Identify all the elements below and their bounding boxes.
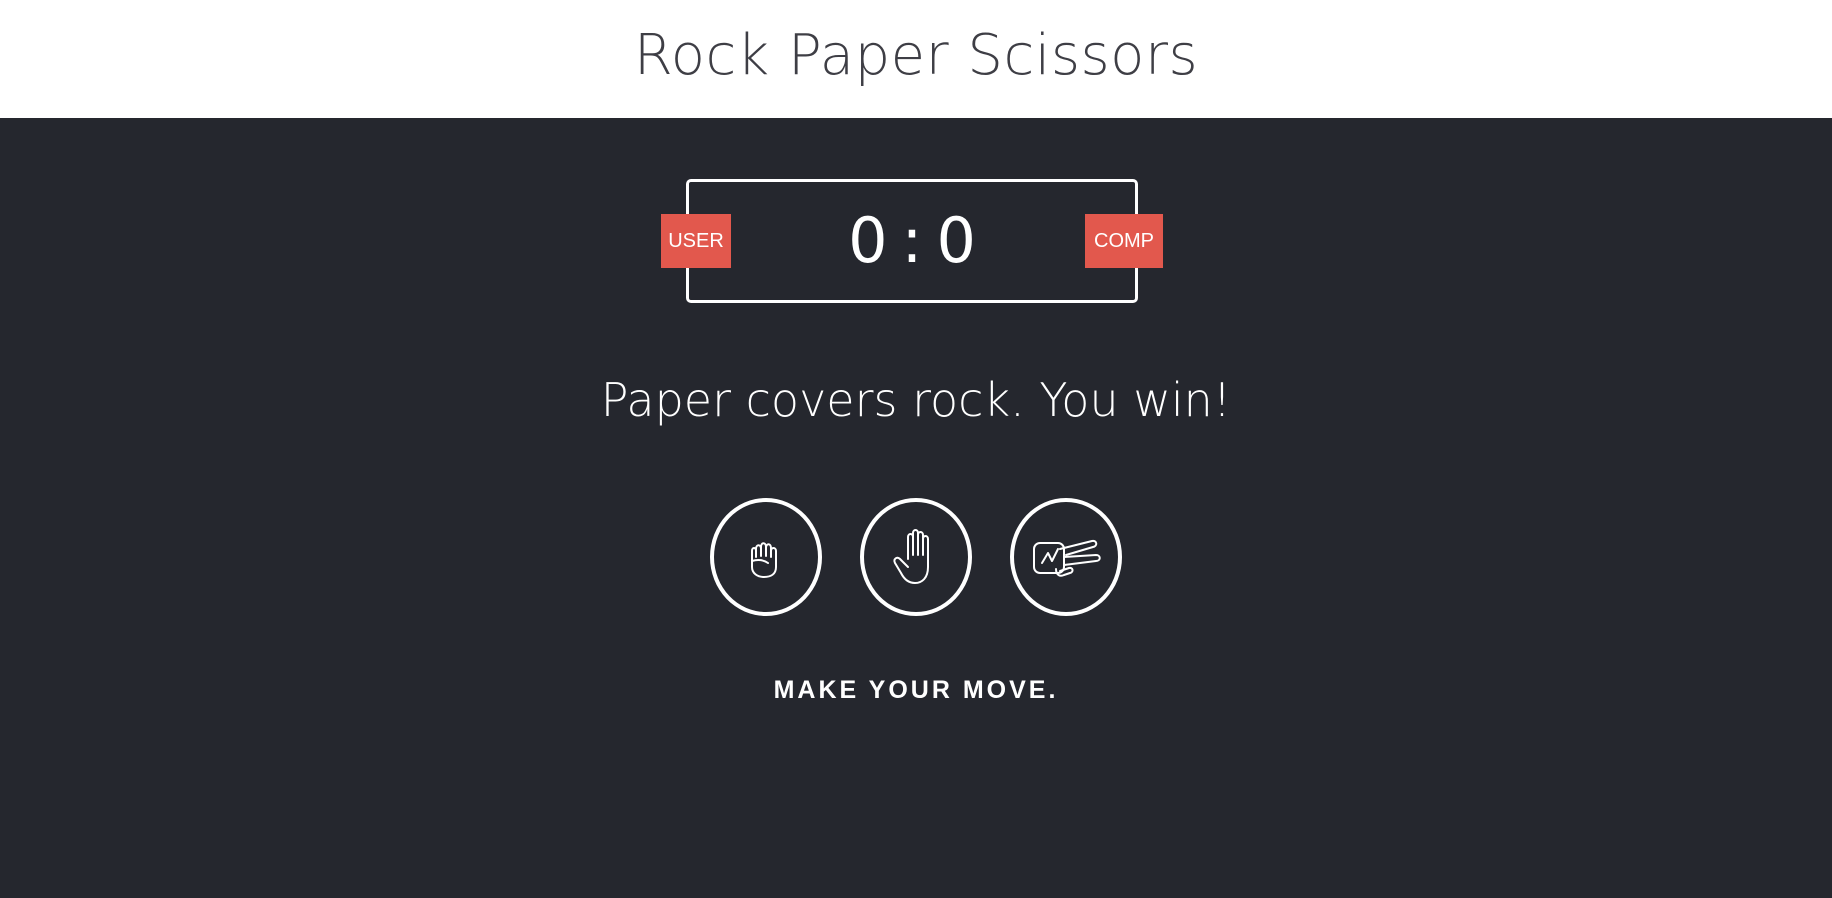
comp-score: 0: [936, 204, 976, 277]
scoreboard: USER COMP 0:0: [661, 179, 1163, 303]
score-separator: :: [901, 204, 923, 277]
scissors-button[interactable]: [1010, 498, 1122, 616]
paper-button[interactable]: [860, 498, 972, 616]
action-message: MAKE YOUR MOVE.: [773, 676, 1059, 704]
game-area: USER COMP 0:0 Paper covers rock. You win…: [0, 118, 1832, 898]
result-message: Paper covers rock. You win!: [600, 373, 1232, 427]
user-score: 0: [848, 204, 888, 277]
page-header: Rock Paper Scissors: [0, 0, 1832, 118]
rock-button[interactable]: [710, 498, 822, 616]
open-hand-icon: [893, 529, 929, 584]
score-display: 0:0: [689, 208, 1135, 274]
choice-buttons: [0, 498, 1832, 616]
fist-icon: [751, 542, 777, 578]
page-title: Rock Paper Scissors: [633, 22, 1199, 88]
scissors-hand-icon: [1033, 539, 1101, 577]
